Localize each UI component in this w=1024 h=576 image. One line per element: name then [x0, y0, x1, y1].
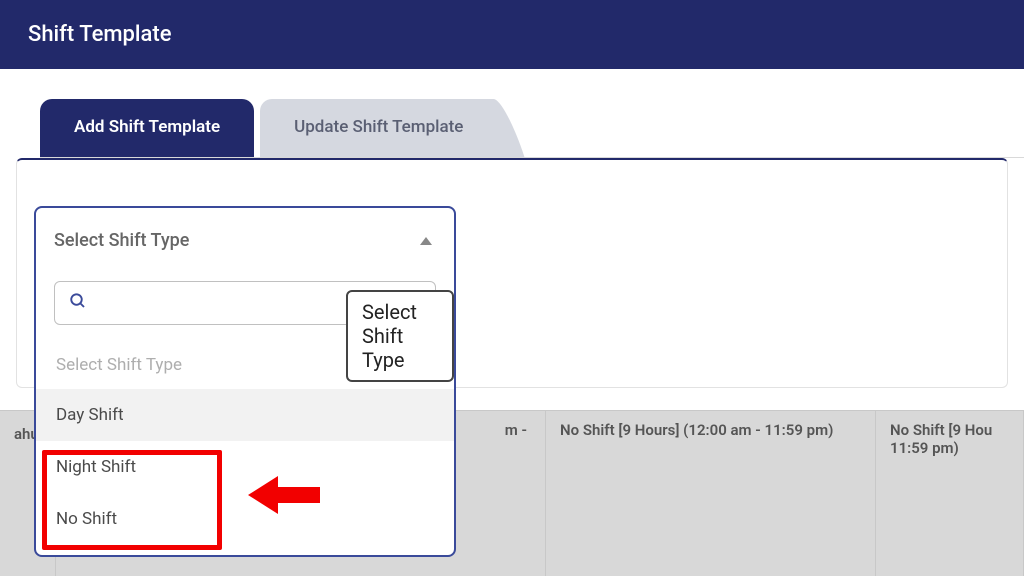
caret-up-icon: [420, 237, 432, 245]
tab-label: Update Shift Template: [294, 117, 463, 137]
dropdown-label: Select Shift Type: [54, 230, 189, 251]
dropdown-toggle[interactable]: Select Shift Type: [36, 208, 454, 273]
tab-add-shift-template[interactable]: Add Shift Template: [40, 99, 254, 157]
page-header: Shift Template: [0, 0, 1024, 69]
option-no-shift[interactable]: No Shift: [36, 493, 454, 545]
cell-full-text: No Shift [9 Hours] (12:00 am - 11:59 pm): [560, 421, 833, 439]
dropdown-tooltip: Select Shift Type: [346, 290, 454, 382]
option-label: No Shift: [56, 509, 117, 529]
tab-label: Add Shift Template: [74, 117, 220, 137]
cell-partial-text: m -: [505, 421, 527, 439]
cell-truncated-a: No Shift [9 Hou: [890, 421, 992, 439]
calendar-cell[interactable]: No Shift [9 Hours] (12:00 am - 11:59 pm): [546, 411, 876, 576]
cell-truncated-b: 11:59 pm): [890, 439, 959, 457]
tabs-bar: Add Shift Template Update Shift Template: [40, 99, 1024, 158]
annotation-arrow-icon: [248, 474, 320, 520]
search-icon: [69, 292, 87, 314]
option-label: Night Shift: [56, 457, 136, 477]
calendar-cell[interactable]: No Shift [9 Hou 11:59 pm): [876, 411, 1024, 576]
option-night-shift[interactable]: Night Shift: [36, 441, 454, 493]
option-day-shift[interactable]: Day Shift: [36, 389, 454, 441]
shift-type-dropdown[interactable]: Select Shift Type Select Shift Type Sele…: [34, 206, 456, 557]
page-title: Shift Template: [28, 22, 171, 47]
option-label: Day Shift: [56, 405, 124, 425]
tab-update-shift-template[interactable]: Update Shift Template: [260, 99, 497, 157]
tooltip-text: Select Shift Type: [362, 300, 417, 372]
